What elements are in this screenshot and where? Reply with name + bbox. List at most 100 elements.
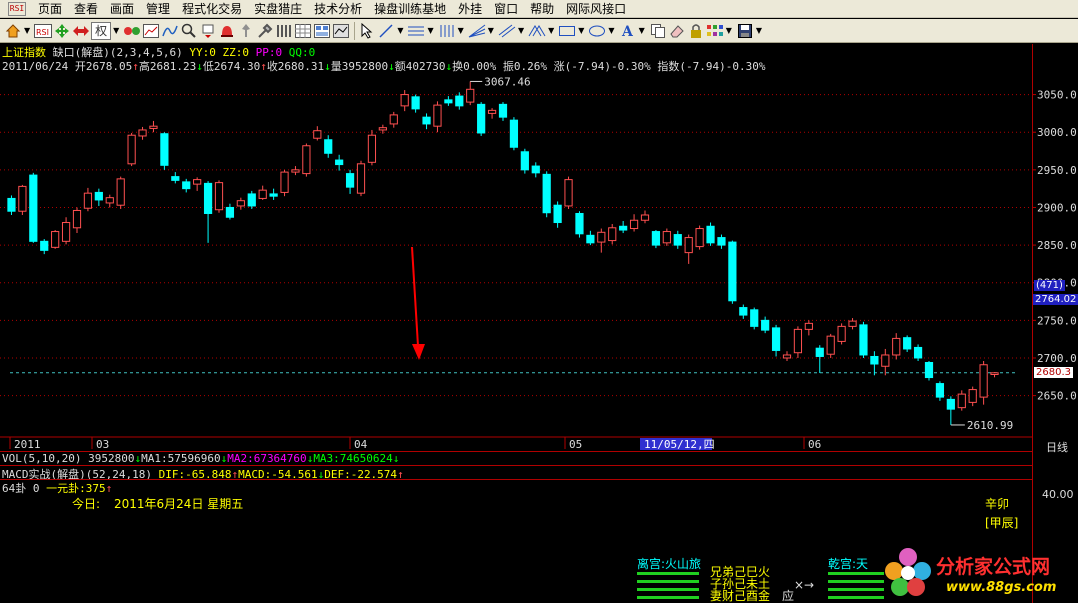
candle — [608, 227, 617, 242]
candle — [651, 231, 661, 246]
quote-amount: 额402730 — [394, 60, 446, 73]
candle — [455, 95, 464, 107]
quote-volume: 量3952800 — [330, 60, 389, 73]
candle — [957, 393, 966, 409]
time-label: 04 — [354, 438, 368, 451]
candle — [586, 234, 595, 244]
candle — [247, 193, 256, 207]
today-date: 2011年6月24日 星期五 — [114, 497, 244, 511]
quote-amplitude: 振0.26% — [502, 60, 548, 73]
up-arrow-icon: ↑ — [260, 60, 267, 73]
candle — [531, 165, 540, 174]
candle — [706, 225, 715, 244]
candle — [717, 237, 726, 246]
gua-title: 64卦 0 — [2, 482, 40, 495]
logo-url: www.88gs.com — [946, 580, 1056, 595]
ying-label: 应 — [782, 589, 795, 603]
candle — [411, 96, 420, 110]
candle — [182, 181, 191, 190]
down-arrow-icon: ↓ — [392, 452, 400, 465]
candle — [61, 222, 71, 242]
candle — [149, 125, 158, 129]
candle — [509, 119, 519, 148]
candle — [127, 134, 136, 165]
up-arrow-icon: ↑ — [132, 60, 139, 73]
candle — [269, 193, 278, 197]
candle — [389, 114, 398, 125]
candle — [979, 364, 988, 398]
candle — [793, 328, 803, 354]
high-label: 3067.46 — [484, 75, 530, 88]
candle — [946, 398, 955, 410]
candle — [870, 355, 879, 365]
logo-text: 分析家公式网 — [936, 555, 1050, 578]
candle — [487, 109, 497, 114]
arrow-annotation — [411, 246, 419, 347]
time-label: 05 — [569, 438, 582, 451]
vol-ma3: MA3:74650624 — [313, 452, 393, 465]
candle — [83, 192, 93, 209]
candle — [924, 361, 934, 379]
candle — [848, 320, 857, 327]
candle — [968, 389, 977, 403]
vol-line: VOL(5,10,20) 3952800↓MA1:57596960↓MA2:67… — [2, 452, 399, 465]
candle — [203, 182, 213, 214]
candle — [542, 173, 551, 214]
candle — [356, 163, 366, 194]
quote-change: 涨(-7.94)-0.30% — [553, 60, 651, 73]
down-arrow-icon: ↓ — [324, 60, 331, 73]
today-label: 今日: — [72, 497, 101, 511]
period-label[interactable]: 日线 — [1044, 439, 1070, 455]
price-axis[interactable] — [1032, 44, 1078, 603]
quote-open: 开2678.05 — [74, 60, 133, 73]
quote-index-change: 指数(-7.94)-0.30% — [657, 60, 766, 73]
quote-high: 高2681.23 — [138, 60, 197, 73]
candle — [804, 322, 813, 330]
candle — [313, 130, 322, 139]
candle — [400, 94, 409, 107]
candle — [520, 151, 529, 171]
up-arrow-icon: ↑ — [105, 482, 113, 495]
candle — [433, 104, 442, 127]
candle — [619, 225, 628, 231]
candle — [193, 179, 202, 185]
vol-ma2: MA2:67364760 — [227, 452, 307, 465]
candle — [728, 241, 737, 302]
candle — [892, 337, 901, 356]
candle — [629, 219, 639, 230]
candle — [345, 173, 355, 188]
vol-ma1: MA1:57596960 — [141, 452, 221, 465]
candle — [597, 231, 606, 243]
candle — [378, 127, 387, 131]
candle — [815, 347, 824, 357]
transform-arrow: ×→ — [794, 578, 815, 592]
candle — [564, 179, 573, 207]
down-arrow-icon: ↓ — [196, 60, 203, 73]
candle — [258, 189, 267, 199]
time-label: 06 — [808, 438, 821, 451]
candle — [477, 103, 486, 134]
candle — [673, 234, 682, 246]
candle — [575, 212, 584, 235]
candle — [280, 171, 289, 193]
candle — [171, 176, 180, 181]
li-gong-label: 离宫:火山旅 — [637, 557, 702, 571]
ganzhi-month: [甲辰] — [985, 516, 1019, 530]
candle — [138, 129, 147, 137]
arrow-head-icon — [412, 344, 425, 360]
candle — [291, 169, 300, 173]
candle — [750, 309, 759, 327]
candle — [553, 204, 562, 224]
candle — [739, 307, 748, 316]
candle — [214, 182, 224, 211]
candle — [324, 139, 333, 154]
gua-axis-value: 40.00 — [1042, 488, 1074, 501]
candle — [771, 327, 781, 351]
candle — [18, 185, 27, 212]
candle — [990, 372, 999, 375]
down-arrow-icon: ↓ — [388, 60, 395, 73]
quote-line: 2011/06/24 开2678.05↑高2681.23↓低2674.30↑收2… — [2, 58, 765, 74]
candle — [335, 159, 344, 166]
candle — [695, 228, 704, 248]
vol-value: 3952800 — [88, 452, 135, 465]
